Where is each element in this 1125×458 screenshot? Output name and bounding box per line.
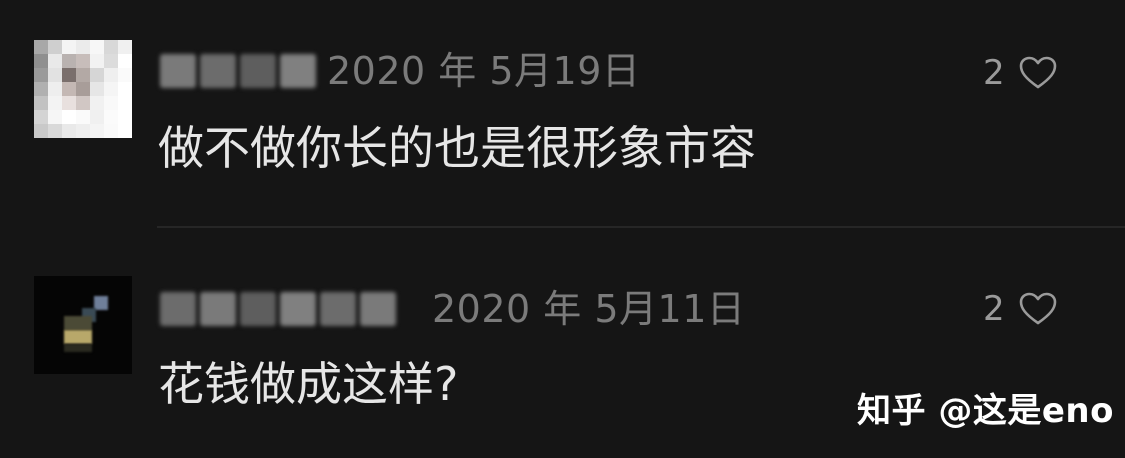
like-count: 2	[983, 289, 1005, 329]
like-control[interactable]: 2	[983, 288, 1057, 330]
username-blurred[interactable]	[160, 50, 316, 92]
blur-block	[240, 292, 276, 326]
comment-item: 2020 年 5月19日 2 做不做你长的也是很形象市容	[0, 0, 1125, 226]
blur-block	[200, 292, 236, 326]
avatar-mosaic	[34, 40, 132, 138]
heart-outline-icon[interactable]	[1019, 56, 1057, 90]
avatar-pixel	[64, 330, 92, 344]
heart-outline-icon[interactable]	[1019, 292, 1057, 326]
avatar-pixel	[94, 296, 108, 310]
avatar[interactable]	[34, 40, 132, 138]
blur-block	[360, 292, 396, 326]
comment-date: 2020 年 5月19日	[327, 49, 641, 93]
blur-block	[280, 54, 316, 88]
blur-block	[160, 292, 196, 326]
comment-date: 2020 年 5月11日	[432, 287, 746, 331]
blur-block	[320, 292, 356, 326]
comment-text: 做不做你长的也是很形象市容	[158, 121, 756, 175]
comment-thread: 2020 年 5月19日 2 做不做你长的也是很形象市容 2020 年 5月11…	[0, 0, 1125, 458]
avatar-pixel	[64, 316, 92, 330]
watermark: 知乎 @这是eno	[857, 391, 1114, 431]
username-blurred[interactable]	[160, 288, 396, 330]
blur-block	[160, 54, 196, 88]
like-count: 2	[983, 53, 1005, 93]
blur-block	[280, 292, 316, 326]
avatar-pixel	[64, 344, 92, 352]
avatar[interactable]	[34, 276, 132, 374]
blur-block	[200, 54, 236, 88]
blur-block	[240, 54, 276, 88]
comment-text: 花钱做成这样?	[158, 357, 459, 411]
like-control[interactable]: 2	[983, 52, 1057, 94]
